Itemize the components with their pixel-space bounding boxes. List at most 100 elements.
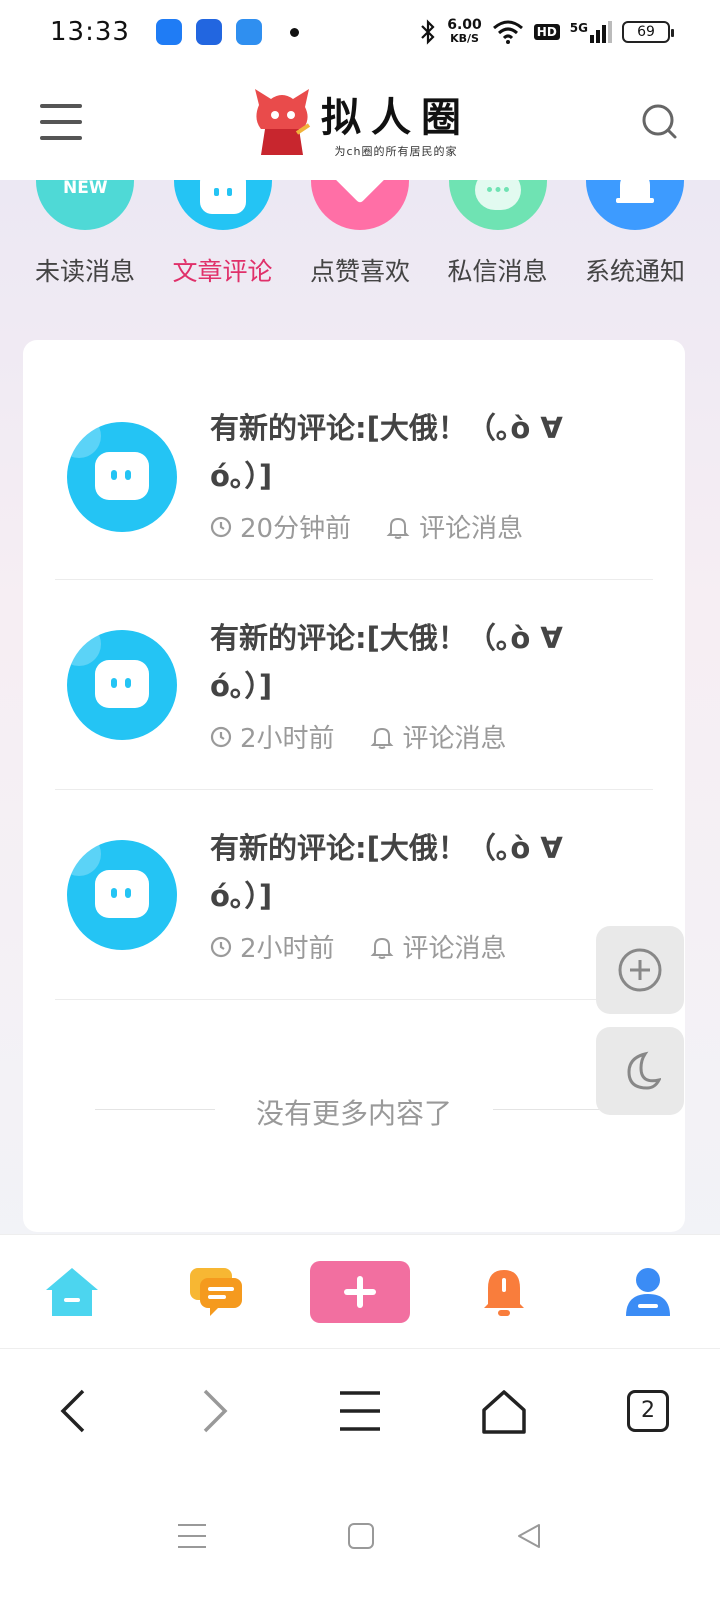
- message-list-card: 有新的评论:[大俄！（｡ò ∀ ó｡）] 20分钟前 评论消息 有新的评论:[大…: [23, 340, 685, 1232]
- message-time: 20分钟前: [240, 514, 352, 544]
- profile-icon: [626, 1267, 670, 1316]
- message-time: 2小时前: [240, 724, 335, 754]
- comment-avatar-icon: [67, 630, 177, 740]
- category-system-notice[interactable]: 系统通知: [570, 180, 700, 290]
- recent-apps-icon[interactable]: [177, 1522, 207, 1550]
- message-meta: 20分钟前 评论消息: [210, 508, 523, 545]
- tab-publish[interactable]: [310, 1257, 410, 1327]
- tab-count: 2: [627, 1389, 669, 1432]
- clock-icon: [210, 516, 232, 537]
- message-item[interactable]: 有新的评论:[大俄！（｡ò ∀ ó｡）] 2小时前 评论消息: [55, 580, 653, 790]
- message-type: 评论消息: [402, 724, 507, 754]
- system-navigation-bar: [0, 1472, 720, 1600]
- clock-icon: [210, 936, 232, 957]
- bell-icon: [370, 727, 393, 749]
- bell-icon: [386, 517, 410, 539]
- message-title: 有新的评论:[大俄！（｡ò ∀ ó｡）]: [210, 411, 563, 493]
- chevron-left-icon: [60, 1389, 85, 1432]
- plus-circle-icon: [618, 948, 662, 992]
- message-item[interactable]: 有新的评论:[大俄！（｡ò ∀ ó｡）] 20分钟前 评论消息: [55, 370, 653, 580]
- notification-icon: [484, 1269, 524, 1316]
- home-square-icon[interactable]: [347, 1522, 375, 1550]
- tab-messages[interactable]: [166, 1257, 266, 1327]
- status-system-icons: 6.00 KB/S HD 5G 69: [419, 17, 674, 45]
- category-label: 文章评论: [172, 257, 273, 286]
- wifi-icon: [492, 20, 523, 44]
- tab-profile[interactable]: [598, 1257, 698, 1327]
- category-label: 私信消息: [447, 257, 548, 286]
- search-icon[interactable]: [640, 102, 680, 142]
- menu-icon[interactable]: [40, 104, 82, 140]
- bell-icon: [586, 180, 684, 230]
- back-button[interactable]: [42, 1381, 102, 1441]
- tab-home[interactable]: [22, 1257, 122, 1327]
- forward-button[interactable]: [186, 1381, 246, 1441]
- tabs-button[interactable]: 2: [618, 1381, 678, 1441]
- cell-signal-icon: 5G: [570, 21, 612, 43]
- battery-level: 69: [637, 24, 655, 40]
- category-label: 未读消息: [34, 257, 135, 286]
- message-meta: 2小时前 评论消息: [210, 928, 507, 965]
- message-item[interactable]: 有新的评论:[大俄！（｡ò ∀ ó｡）] 2小时前 评论消息: [55, 790, 653, 1000]
- app-notification-icon: [195, 19, 222, 45]
- category-label: 系统通知: [584, 257, 685, 286]
- dark-mode-button[interactable]: [596, 1027, 684, 1115]
- new-icon: NEW: [36, 180, 134, 230]
- divider-right: [493, 1109, 613, 1110]
- category-likes[interactable]: 点赞喜欢: [295, 180, 425, 290]
- battery-indicator: 69: [622, 21, 674, 43]
- net-speed-value: 6.00: [447, 17, 482, 33]
- more-notifications-dot: [289, 27, 299, 37]
- add-float-button[interactable]: [596, 926, 684, 1014]
- logo-text: 拟人圈 为ch圈的所有居民的家: [321, 85, 471, 159]
- message-type: 评论消息: [402, 934, 507, 964]
- net-speed-unit: KB/S: [450, 32, 479, 45]
- category-private-messages[interactable]: 私信消息: [433, 180, 563, 290]
- status-bar: 13:33 6.00 KB/S HD 5G 69: [0, 0, 720, 64]
- comment-avatar-icon: [67, 422, 177, 532]
- no-more-content: 没有更多内容了: [255, 1097, 452, 1130]
- chevron-right-icon: [203, 1389, 228, 1432]
- browser-home-button[interactable]: [474, 1381, 534, 1441]
- status-time: 13:33: [50, 17, 130, 47]
- logo-subtitle: 为ch圈的所有居民的家: [334, 145, 458, 158]
- signal-type: 5G: [569, 21, 588, 35]
- message-type: 评论消息: [419, 514, 524, 544]
- back-triangle-icon[interactable]: [515, 1522, 543, 1550]
- category-unread[interactable]: NEW 未读消息: [20, 180, 150, 290]
- tab-notifications[interactable]: [454, 1257, 554, 1327]
- app-notification-icon: [155, 19, 182, 45]
- add-icon: [344, 1275, 376, 1308]
- clock-icon: [210, 726, 232, 747]
- message-time: 2小时前: [240, 934, 335, 964]
- messages-icon: [190, 1267, 242, 1316]
- menu-icon: [340, 1390, 380, 1431]
- logo-title: 拟人圈: [321, 94, 471, 141]
- hd-badge: HD: [533, 24, 560, 40]
- site-logo[interactable]: 拟人圈 为ch圈的所有居民的家: [251, 85, 471, 159]
- comment-avatar-icon: [67, 840, 177, 950]
- status-notification-icons: [155, 19, 299, 45]
- publish-button[interactable]: [310, 1260, 410, 1323]
- home-icon: [46, 1267, 98, 1316]
- house-icon: [482, 1389, 526, 1434]
- chat-icon: [448, 180, 547, 230]
- browser-menu-button[interactable]: [330, 1381, 390, 1441]
- category-label: 点赞喜欢: [309, 257, 410, 286]
- network-speed: 6.00 KB/S: [447, 17, 482, 45]
- app-header: 拟人圈 为ch圈的所有居民的家: [0, 64, 720, 180]
- bluetooth-icon: [421, 19, 435, 45]
- message-title: 有新的评论:[大俄！（｡ò ∀ ó｡）]: [210, 621, 563, 703]
- heart-icon: [311, 180, 409, 230]
- message-title: 有新的评论:[大俄！（｡ò ∀ ó｡）]: [210, 831, 563, 913]
- comment-bubble-icon: [173, 180, 272, 230]
- new-badge: NEW: [63, 180, 108, 198]
- app-notification-icon: [235, 19, 262, 45]
- bell-icon: [370, 937, 393, 959]
- moon-icon: [627, 1051, 661, 1090]
- category-article-comments[interactable]: 文章评论: [158, 180, 288, 290]
- message-categories: NEW 未读消息 文章评论 点赞喜欢 私信消息 系统通知: [20, 180, 700, 290]
- mascot-icon: [255, 89, 311, 155]
- browser-toolbar: 2: [0, 1348, 720, 1472]
- message-meta: 2小时前 评论消息: [210, 718, 507, 755]
